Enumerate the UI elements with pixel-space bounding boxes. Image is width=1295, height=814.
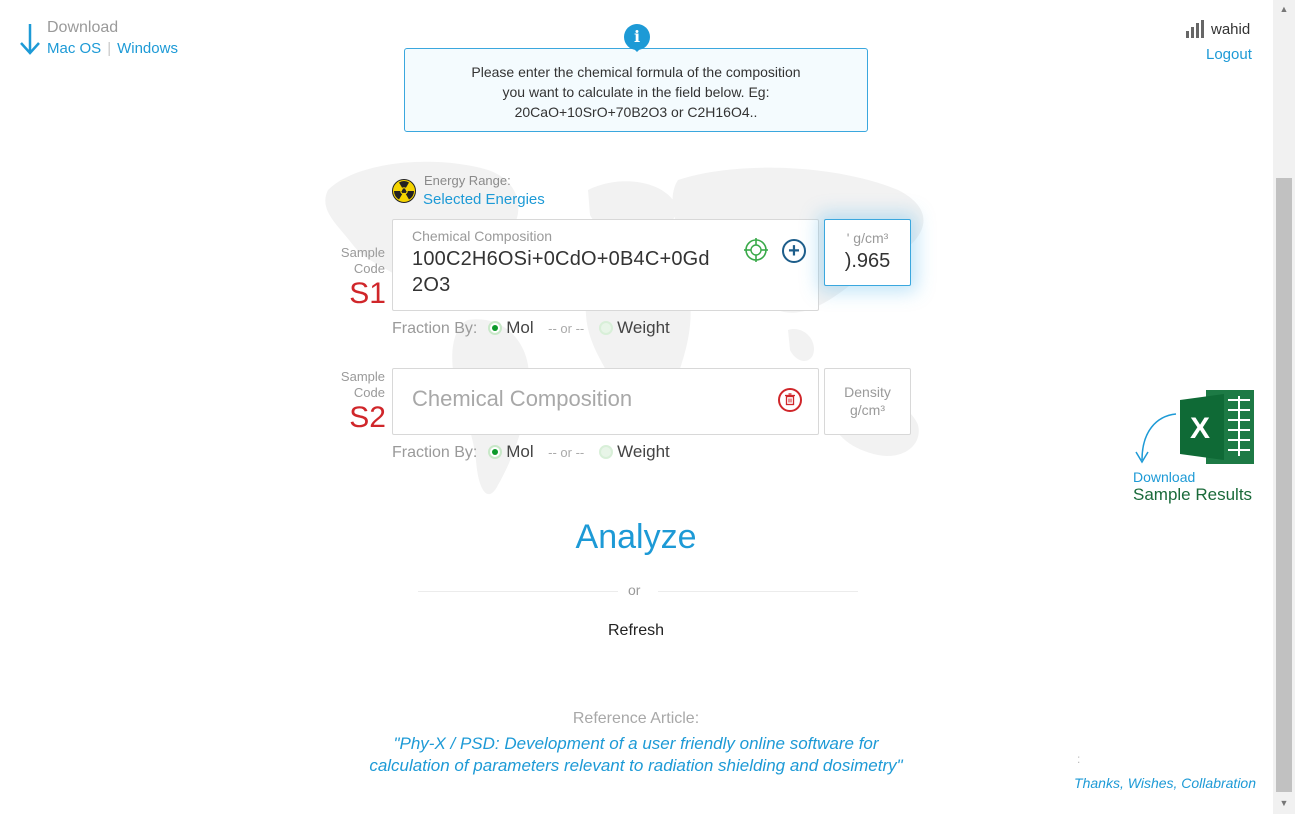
sample-results-link[interactable]: Sample Results bbox=[1133, 485, 1252, 505]
username: wahid bbox=[1211, 21, 1251, 38]
signal-bars-icon bbox=[1186, 20, 1204, 38]
radiation-icon[interactable] bbox=[392, 179, 416, 203]
composition-value[interactable]: 100C2H6OSi+0CdO+0B4C+0Gd 2O3 bbox=[412, 246, 710, 298]
composition-input-s2[interactable]: Chemical Composition bbox=[392, 368, 819, 435]
density-label-line2: g/cm³ bbox=[850, 402, 885, 418]
analyze-button[interactable]: Analyze bbox=[0, 518, 1272, 557]
fraction-weight-radio[interactable] bbox=[598, 321, 613, 335]
thanks-link[interactable]: Thanks, Wishes, Collabration bbox=[1060, 775, 1256, 791]
scroll-up-arrow-icon[interactable]: ▲ bbox=[1276, 4, 1292, 14]
footer-colon: : bbox=[1077, 752, 1081, 766]
density-input-s2[interactable]: Density g/cm³ bbox=[824, 368, 911, 435]
fraction-or-text: -- or -- bbox=[548, 445, 585, 460]
sample-code-label: Sample Code bbox=[325, 369, 385, 401]
download-windows-link[interactable]: Windows bbox=[117, 40, 178, 57]
fraction-mol-radio[interactable] bbox=[487, 321, 502, 335]
divider-right bbox=[658, 591, 858, 592]
fraction-mol-label[interactable]: Mol bbox=[506, 442, 533, 461]
sample-code-label-line2: Code bbox=[353, 261, 385, 276]
excel-letter: X bbox=[1190, 412, 1210, 445]
excel-file-icon[interactable]: X bbox=[1178, 388, 1256, 466]
density-input-s1[interactable]: ' g/cm³ ).965 bbox=[824, 219, 911, 286]
scrollbar-thumb[interactable] bbox=[1276, 178, 1292, 792]
fraction-row-s1: Fraction By: Mol -- or -- Weight bbox=[392, 318, 670, 338]
density-label-line1: Density bbox=[844, 384, 891, 400]
download-links: Mac OS | Windows bbox=[47, 40, 178, 57]
reference-line-1: "Phy-X / PSD: Development of a user frie… bbox=[393, 734, 879, 753]
reference-article-link[interactable]: "Phy-X / PSD: Development of a user frie… bbox=[0, 733, 1272, 777]
sample-code-s2: S2 bbox=[349, 401, 386, 434]
delete-sample-button[interactable] bbox=[778, 388, 802, 412]
sample-code-s1: S1 bbox=[349, 277, 386, 310]
density-value[interactable]: ).965 bbox=[825, 250, 910, 273]
reference-label: Reference Article: bbox=[572, 710, 700, 727]
instructions-box: Please enter the chemical formula of the… bbox=[404, 48, 868, 132]
download-arrow-icon bbox=[20, 24, 40, 55]
refresh-button[interactable]: Refresh bbox=[0, 622, 1272, 640]
sample-code-label-line2: Code bbox=[353, 385, 385, 400]
divider: | bbox=[107, 40, 112, 57]
element-picker-icon[interactable] bbox=[744, 238, 768, 262]
fraction-row-s2: Fraction By: Mol -- or -- Weight bbox=[392, 442, 670, 462]
scroll-down-arrow-icon[interactable]: ▼ bbox=[1276, 798, 1292, 808]
composition-input-s1[interactable]: Chemical Composition 100C2H6OSi+0CdO+0B4… bbox=[392, 219, 819, 311]
fraction-weight-label[interactable]: Weight bbox=[617, 318, 670, 337]
fraction-weight-radio[interactable] bbox=[598, 445, 613, 459]
fraction-by-label: Fraction By: bbox=[392, 320, 478, 337]
fraction-mol-radio[interactable] bbox=[487, 445, 502, 459]
reference-line-2: calculation of parameters relevant to ra… bbox=[369, 756, 903, 775]
fraction-mol-label[interactable]: Mol bbox=[506, 318, 533, 337]
instructions-line-1: Please enter the chemical formula of the… bbox=[471, 64, 801, 80]
composition-placeholder: Chemical Composition bbox=[412, 386, 633, 411]
sample-code-label: Sample Code bbox=[325, 245, 385, 277]
add-sample-button[interactable]: + bbox=[782, 239, 806, 263]
composition-value-line1: 100C2H6OSi+0CdO+0B4C+0Gd bbox=[412, 248, 710, 270]
instructions-line-2: you want to calculate in the field below… bbox=[502, 84, 770, 100]
download-sample-link[interactable]: Download bbox=[1133, 469, 1195, 485]
download-macos-link[interactable]: Mac OS bbox=[47, 40, 101, 57]
selected-energies-link[interactable]: Selected Energies bbox=[423, 191, 545, 208]
sample-code-label-line1: Sample bbox=[340, 369, 385, 384]
or-separator: or bbox=[628, 582, 641, 598]
sample-code-label-line1: Sample bbox=[340, 245, 385, 260]
composition-value-line2: 2O3 bbox=[412, 274, 451, 296]
fraction-by-label: Fraction By: bbox=[392, 444, 478, 461]
info-icon: i bbox=[624, 24, 650, 50]
fraction-or-text: -- or -- bbox=[548, 321, 585, 336]
instructions-line-3: 20CaO+10SrO+70B2O3 or C2H16O4.. bbox=[514, 104, 758, 120]
curved-arrow-icon bbox=[1135, 413, 1177, 464]
download-title: Download bbox=[47, 19, 119, 36]
logout-link[interactable]: Logout bbox=[1206, 46, 1252, 63]
trash-icon bbox=[785, 393, 795, 406]
density-unit-label: ' g/cm³ bbox=[846, 230, 889, 246]
divider-left bbox=[418, 591, 618, 592]
composition-label: Chemical Composition bbox=[412, 228, 553, 244]
energy-range-label: Energy Range: bbox=[424, 173, 511, 188]
fraction-weight-label[interactable]: Weight bbox=[617, 442, 670, 461]
